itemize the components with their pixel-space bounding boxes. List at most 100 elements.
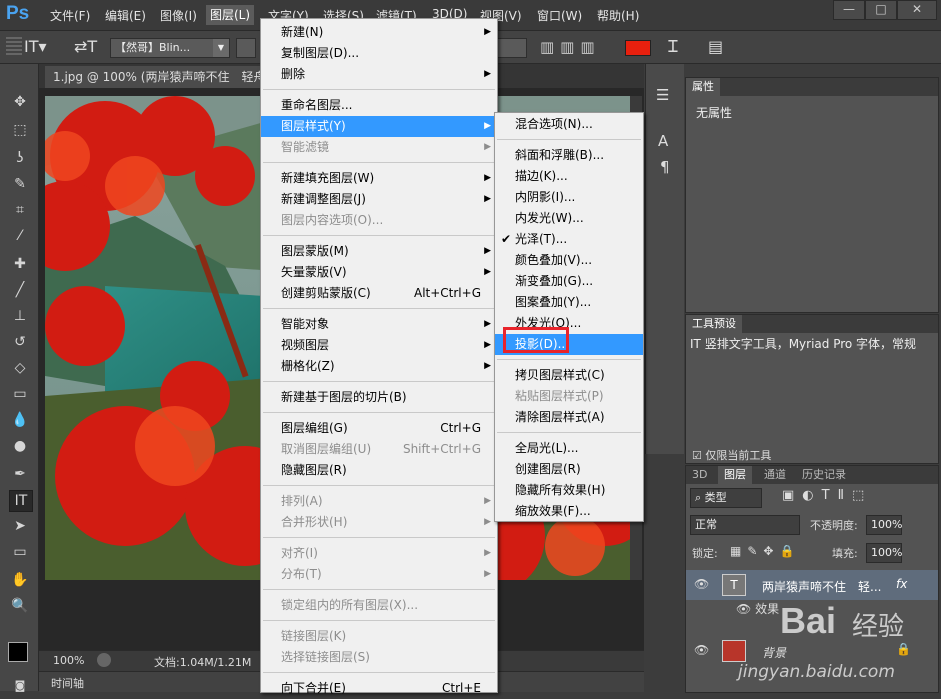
menu-item[interactable]: 排列(A) ▶: [261, 491, 497, 512]
menu-item[interactable]: 复制图层(D)...: [261, 43, 497, 64]
marquee-tool-icon[interactable]: ⬚: [9, 120, 31, 140]
character-panel-icon[interactable]: ▤: [708, 37, 723, 56]
share-icon[interactable]: [97, 653, 111, 667]
layers-tab-3[interactable]: 历史记录: [796, 466, 852, 484]
menu-item[interactable]: 斜面和浮雕(B)...: [495, 145, 643, 166]
timeline-tab[interactable]: 时间轴: [51, 675, 84, 691]
menu-item[interactable]: 栅格化(Z) ▶: [261, 356, 497, 377]
menu-item[interactable]: 视频图层 ▶: [261, 335, 497, 356]
font-style-select[interactable]: [236, 38, 256, 58]
menu-item[interactable]: 描边(K)...: [495, 166, 643, 187]
menu-1[interactable]: 编辑(E): [105, 7, 146, 24]
menu-3[interactable]: 图层(L): [206, 5, 255, 25]
menu-item[interactable]: 渐变叠加(G)...: [495, 271, 643, 292]
font-family-select[interactable]: 【然哥】Blin... ▼: [110, 38, 230, 58]
menu-item[interactable]: 颜色叠加(V)...: [495, 250, 643, 271]
menu-item[interactable]: 分布(T) ▶: [261, 564, 497, 585]
menu-item[interactable]: 新建填充图层(W) ▶: [261, 168, 497, 189]
menu-item[interactable]: 创建剪贴蒙版(C) Alt+Ctrl+G: [261, 283, 497, 304]
layers-tab-2[interactable]: 通道: [758, 466, 792, 484]
menu-item[interactable]: 创建图层(R): [495, 459, 643, 480]
visibility-eye-icon[interactable]: 👁: [694, 577, 709, 591]
tool-preset-item[interactable]: ⅠT 竖排文字工具，Myriad Pro 字体，常规: [690, 335, 922, 355]
menu-item[interactable]: 图层蒙版(M) ▶: [261, 241, 497, 262]
eraser-tool-icon[interactable]: ◇: [9, 358, 31, 378]
text-tool-icon[interactable]: ⅠT▾: [24, 37, 47, 56]
fx-badge[interactable]: fx: [896, 577, 907, 591]
opacity-input[interactable]: 100%: [866, 515, 902, 535]
gradient-tool-icon[interactable]: ▭: [9, 384, 31, 404]
character-icon[interactable]: A: [658, 132, 668, 150]
document-tab[interactable]: 1.jpg @ 100% (两岸猿声啼不住 轻舟: [45, 66, 273, 88]
layer-name[interactable]: 两岸猿声啼不住 轻...: [762, 578, 881, 595]
zoom-tool-icon[interactable]: 🔍: [9, 596, 31, 616]
hand-tool-icon[interactable]: ✋: [9, 570, 31, 590]
move-tool-icon[interactable]: ✥: [9, 92, 31, 112]
menu-item[interactable]: 智能滤镜 ▶: [261, 137, 497, 158]
dodge-tool-icon[interactable]: ●: [9, 436, 31, 456]
menu-item[interactable]: 粘贴图层样式(P): [495, 386, 643, 407]
foreground-color-swatch[interactable]: [8, 642, 28, 662]
menu-item[interactable]: 图层内容选项(O)...: [261, 210, 497, 231]
close-button[interactable]: ✕: [897, 0, 937, 20]
properties-tab[interactable]: 属性: [686, 78, 720, 96]
layers-tab-1[interactable]: 图层: [718, 466, 752, 484]
type-tool-icon[interactable]: ⅠT: [9, 490, 33, 512]
fill-input[interactable]: 100%: [866, 543, 902, 563]
quick-mask-icon[interactable]: ◙: [9, 676, 31, 696]
paragraph-styles-icon[interactable]: ☰: [656, 86, 669, 104]
menu-item[interactable]: 向下合并(E) Ctrl+E: [261, 678, 497, 699]
document-info[interactable]: 文档:1.04M/1.21M: [154, 654, 251, 670]
menu-item[interactable]: 图层样式(Y) ▶: [261, 116, 497, 137]
menu-item[interactable]: 删除 ▶: [261, 64, 497, 85]
filter-kind-select[interactable]: ⌕ 类型: [690, 488, 762, 508]
menu-9[interactable]: 窗口(W): [537, 7, 582, 24]
font-size-select[interactable]: [497, 38, 527, 58]
menu-10[interactable]: 帮助(H): [597, 7, 639, 24]
zoom-level[interactable]: 100%: [53, 654, 84, 667]
layers-tab-0[interactable]: 3D: [686, 466, 713, 484]
blend-mode-select[interactable]: 正常: [690, 515, 800, 535]
menu-item[interactable]: 链接图层(K): [261, 626, 497, 647]
menu-item[interactable]: 锁定组内的所有图层(X)...: [261, 595, 497, 616]
text-color-swatch[interactable]: [625, 40, 651, 56]
visibility-eye-icon[interactable]: 👁: [694, 643, 709, 657]
menu-2[interactable]: 图像(I): [160, 7, 197, 24]
menu-item[interactable]: 新建(N) ▶: [261, 22, 497, 43]
clone-stamp-tool-icon[interactable]: ⊥: [9, 306, 31, 326]
maximize-button[interactable]: □: [865, 0, 897, 20]
menu-item[interactable]: 重命名图层...: [261, 95, 497, 116]
path-select-tool-icon[interactable]: ➤: [9, 516, 31, 536]
menu-item[interactable]: 合并形状(H) ▶: [261, 512, 497, 533]
blur-tool-icon[interactable]: 💧: [9, 410, 31, 430]
lock-icons[interactable]: ▦✎✥🔒: [730, 544, 800, 558]
menu-item[interactable]: 内阴影(I)...: [495, 187, 643, 208]
align-icons[interactable]: ▥▥▥: [540, 38, 601, 56]
paragraph-icon[interactable]: ¶: [660, 158, 670, 176]
menu-item[interactable]: 全局光(L)...: [495, 438, 643, 459]
menu-item[interactable]: 智能对象 ▶: [261, 314, 497, 335]
history-brush-tool-icon[interactable]: ↺: [9, 332, 31, 352]
menu-item[interactable]: 隐藏图层(R): [261, 460, 497, 481]
menu-item[interactable]: 清除图层样式(A): [495, 407, 643, 428]
pen-tool-icon[interactable]: ✒: [9, 464, 31, 484]
menu-item[interactable]: 图层编组(G) Ctrl+G: [261, 418, 497, 439]
lasso-tool-icon[interactable]: ʖ: [9, 148, 31, 168]
menu-item[interactable]: 内发光(W)...: [495, 208, 643, 229]
crop-tool-icon[interactable]: ⌗: [9, 200, 31, 220]
menu-item[interactable]: 图案叠加(Y)...: [495, 292, 643, 313]
menu-item[interactable]: 对齐(I) ▶: [261, 543, 497, 564]
healing-brush-tool-icon[interactable]: ✚: [9, 254, 31, 274]
brush-tool-icon[interactable]: ╱: [9, 280, 31, 300]
layer-row-text[interactable]: 👁 T 两岸猿声啼不住 轻... fx: [686, 570, 938, 600]
warp-text-icon[interactable]: Ꮖ: [668, 37, 679, 57]
menu-0[interactable]: 文件(F): [50, 7, 90, 24]
menu-item[interactable]: 新建调整图层(J) ▶: [261, 189, 497, 210]
toggle-orientation-icon[interactable]: ⇄T: [74, 37, 97, 56]
only-current-tool-checkbox[interactable]: ☑ 仅限当前工具: [692, 447, 771, 463]
menu-item[interactable]: 隐藏所有效果(H): [495, 480, 643, 501]
minimize-button[interactable]: —: [833, 0, 865, 20]
quick-select-tool-icon[interactable]: ✎: [9, 174, 31, 194]
menu-item[interactable]: 取消图层编组(U) Shift+Ctrl+G: [261, 439, 497, 460]
menu-item[interactable]: 矢量蒙版(V) ▶: [261, 262, 497, 283]
